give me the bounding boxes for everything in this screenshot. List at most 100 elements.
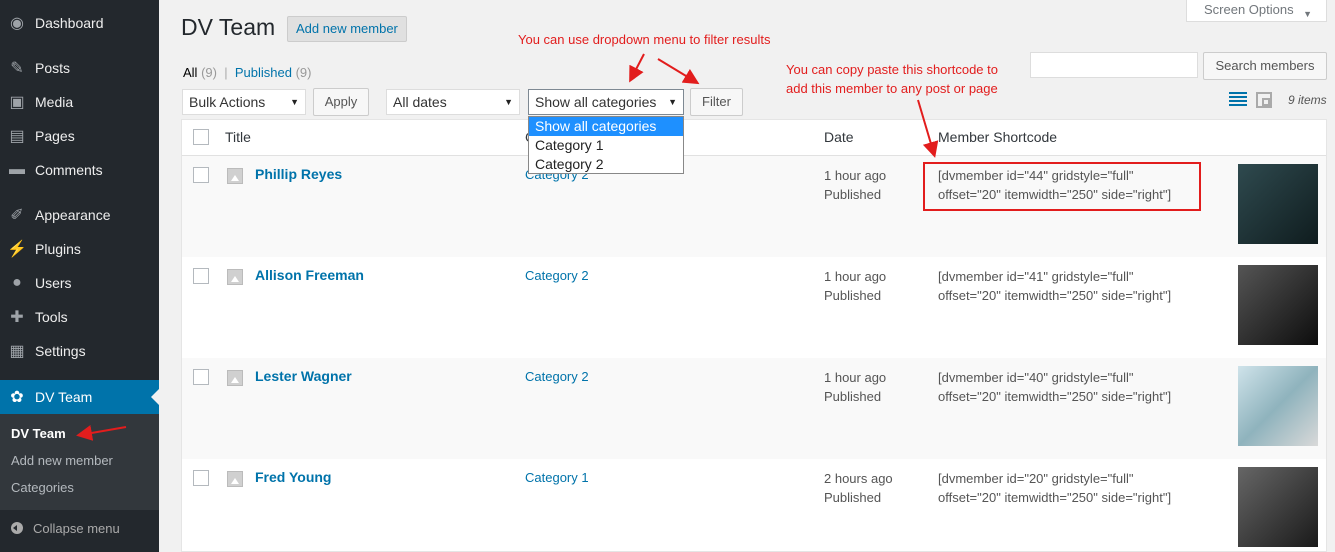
menu-label: DV Team bbox=[35, 389, 93, 405]
submenu-add-new-member[interactable]: Add new member bbox=[11, 453, 113, 468]
date-status: Published bbox=[824, 490, 882, 505]
menu-label: Plugins bbox=[35, 241, 81, 257]
filter-all-link[interactable]: All (9) bbox=[183, 65, 217, 80]
filter-published-label: Published bbox=[234, 65, 292, 80]
screen-options-label: Screen Options bbox=[1204, 2, 1294, 17]
apply-button[interactable]: Apply bbox=[313, 88, 369, 116]
comment-icon: ▬ bbox=[9, 161, 25, 178]
date-status: Published bbox=[824, 389, 882, 404]
search-members-button[interactable]: Search members bbox=[1203, 52, 1327, 80]
menu-label: Settings bbox=[35, 343, 86, 359]
admin-sidebar: ◉ Dashboard ✎ Posts ▣ Media ▤ Pages ▬ Comment… bbox=[0, 0, 159, 552]
menu-label: Media bbox=[35, 94, 74, 110]
menu-pages[interactable]: ▤ Pages bbox=[0, 119, 159, 153]
member-name-link[interactable]: Lester Wagner bbox=[255, 368, 352, 384]
column-date[interactable]: Date bbox=[824, 129, 854, 145]
shortcode-line-1: [dvmember id="20" gridstyle="full" bbox=[938, 471, 1134, 486]
dropdown-option[interactable]: Category 1 bbox=[529, 136, 683, 155]
arrow-to-filter bbox=[657, 58, 700, 85]
categories-value: Show all categories bbox=[535, 94, 657, 110]
member-date: 1 hour ago Published bbox=[824, 166, 886, 204]
page-title: DV Team bbox=[181, 14, 276, 40]
member-date: 2 hours ago Published bbox=[824, 469, 893, 507]
menu-label: Posts bbox=[35, 60, 71, 76]
row-checkbox[interactable] bbox=[193, 268, 209, 284]
member-name-link[interactable]: Allison Freeman bbox=[255, 267, 364, 283]
filter-button[interactable]: Filter bbox=[690, 88, 743, 116]
list-view-icon[interactable] bbox=[1229, 92, 1247, 108]
caret-down-icon: ▼ bbox=[668, 97, 677, 107]
pin-icon: ✎ bbox=[10, 60, 24, 77]
filter-separator: | bbox=[224, 65, 228, 80]
menu-media[interactable]: ▣ Media bbox=[0, 85, 159, 119]
bulk-actions-select[interactable]: Bulk Actions ▼ bbox=[182, 89, 306, 115]
menu-tools[interactable]: ✚ Tools bbox=[0, 300, 159, 334]
member-date: 1 hour ago Published bbox=[824, 267, 886, 305]
items-count: 9 items bbox=[1288, 93, 1327, 107]
column-title[interactable]: Title bbox=[225, 129, 251, 145]
submenu-categories[interactable]: Categories bbox=[11, 480, 74, 495]
status-filter-links: All (9) | Published (9) bbox=[183, 65, 311, 80]
date-time: 1 hour ago bbox=[824, 168, 887, 183]
dropdown-option[interactable]: Category 2 bbox=[529, 155, 683, 174]
user-icon: ● bbox=[12, 274, 22, 291]
menu-label: Comments bbox=[35, 162, 103, 178]
menu-comments[interactable]: ▬ Comments bbox=[0, 153, 159, 187]
row-checkbox[interactable] bbox=[193, 470, 209, 486]
member-photo bbox=[1238, 467, 1318, 547]
categories-select[interactable]: Show all categories ▼ bbox=[528, 89, 684, 115]
menu-users[interactable]: ● Users bbox=[0, 266, 159, 300]
menu-label: Users bbox=[35, 275, 72, 291]
add-new-member-button[interactable]: Add new member bbox=[287, 16, 407, 42]
dv-team-submenu: DV Team Add new member Categories bbox=[0, 414, 159, 510]
filter-published-count: (9) bbox=[295, 65, 312, 80]
member-category-link[interactable]: Category 2 bbox=[525, 268, 589, 283]
screen-options-button[interactable]: Screen Options ▼ bbox=[1186, 0, 1327, 22]
annotation-dropdown-note: You can use dropdown menu to filter resu… bbox=[518, 32, 771, 47]
member-photo bbox=[1238, 265, 1318, 345]
bulk-actions-value: Bulk Actions bbox=[189, 94, 266, 110]
collapse-icon bbox=[11, 522, 23, 534]
row-checkbox[interactable] bbox=[193, 167, 209, 183]
menu-posts[interactable]: ✎ Posts bbox=[0, 51, 159, 85]
menu-settings[interactable]: ▦ Settings bbox=[0, 334, 159, 368]
member-photo bbox=[1238, 164, 1318, 244]
member-category-link[interactable]: Category 1 bbox=[525, 470, 589, 485]
member-date: 1 hour ago Published bbox=[824, 368, 886, 406]
submenu-dv-team[interactable]: DV Team bbox=[11, 426, 66, 441]
member-name-link[interactable]: Phillip Reyes bbox=[255, 166, 342, 182]
excerpt-view-icon[interactable] bbox=[1256, 92, 1272, 108]
filter-all-label: All bbox=[183, 65, 198, 80]
collapse-menu-button[interactable]: Collapse menu bbox=[0, 514, 159, 542]
menu-appearance[interactable]: ✐ Appearance bbox=[0, 198, 159, 232]
table-row: Lester Wagner Category 2 1 hour ago Publi… bbox=[182, 358, 1326, 459]
annotation-shortcode-note-2: add this member to any post or page bbox=[786, 81, 998, 96]
shortcode-highlight-box bbox=[923, 162, 1201, 211]
select-all-checkbox[interactable] bbox=[193, 129, 209, 145]
categories-dropdown-list: Show all categories Category 1 Category … bbox=[528, 116, 684, 174]
image-placeholder-icon bbox=[227, 269, 243, 285]
filter-published-link[interactable]: Published (9) bbox=[235, 65, 312, 80]
collapse-label: Collapse menu bbox=[33, 520, 120, 536]
member-shortcode: [dvmember id="20" gridstyle="full" offset… bbox=[938, 469, 1208, 507]
member-category-link[interactable]: Category 2 bbox=[525, 369, 589, 384]
settings-icon: ▦ bbox=[9, 343, 25, 360]
menu-dv-team[interactable]: ✿ DV Team bbox=[0, 380, 159, 414]
caret-down-icon: ▼ bbox=[504, 97, 513, 107]
date-time: 2 hours ago bbox=[824, 471, 893, 486]
dates-select[interactable]: All dates ▼ bbox=[386, 89, 520, 115]
filter-all-count: (9) bbox=[201, 65, 217, 80]
shortcode-line-1: [dvmember id="41" gridstyle="full" bbox=[938, 269, 1134, 284]
dropdown-option[interactable]: Show all categories bbox=[529, 117, 683, 136]
caret-down-icon: ▼ bbox=[1303, 9, 1312, 19]
member-name-link[interactable]: Fred Young bbox=[255, 469, 331, 485]
column-member-shortcode: Member Shortcode bbox=[938, 129, 1058, 145]
member-shortcode: [dvmember id="40" gridstyle="full" offset… bbox=[938, 368, 1208, 406]
wrench-icon: ✚ bbox=[10, 309, 24, 326]
search-members-input[interactable] bbox=[1030, 52, 1198, 78]
menu-plugins[interactable]: ⚡ Plugins bbox=[0, 232, 159, 266]
row-checkbox[interactable] bbox=[193, 369, 209, 385]
menu-dashboard[interactable]: ◉ Dashboard bbox=[0, 6, 159, 40]
shortcode-line-2: offset="20" itemwidth="250" side="right"… bbox=[938, 288, 1172, 303]
menu-label: Pages bbox=[35, 128, 75, 144]
